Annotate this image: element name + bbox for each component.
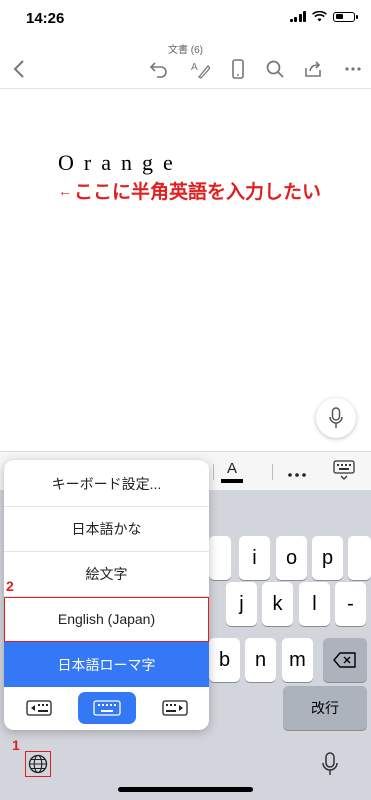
keyboard-left-icon xyxy=(26,700,52,716)
annotation-arrow: ← xyxy=(58,182,72,199)
keyboard-center-icon xyxy=(93,700,121,716)
annotation-text: ここに半角英語を入力したい xyxy=(74,182,322,203)
popup-item-keyboard-settings[interactable]: キーボード設定... xyxy=(4,462,209,507)
key-j[interactable]: j xyxy=(226,582,257,626)
key-l[interactable]: l xyxy=(299,582,330,626)
keyboard-right-icon xyxy=(162,700,188,716)
home-indicator xyxy=(118,787,253,792)
font-color-button[interactable]: A xyxy=(215,455,249,489)
font-color-swatch xyxy=(221,479,243,483)
svg-text:A: A xyxy=(191,62,198,73)
search-icon[interactable] xyxy=(262,56,288,82)
globe-icon xyxy=(28,754,48,774)
format-divider xyxy=(213,464,214,480)
key-o[interactable]: o xyxy=(276,536,307,580)
key-b[interactable]: b xyxy=(209,638,240,682)
key-m[interactable]: m xyxy=(282,638,313,682)
document-body-text[interactable]: Orange xyxy=(58,150,183,176)
popup-item-japanese-kana[interactable]: 日本語かな xyxy=(4,507,209,552)
key-n[interactable]: n xyxy=(245,638,276,682)
key-i[interactable]: i xyxy=(239,536,270,580)
marker-1: 1 xyxy=(12,737,20,753)
signal-icon xyxy=(289,11,306,22)
keyboard-position-controls xyxy=(4,687,209,730)
more-icon[interactable] xyxy=(340,56,366,82)
popup-item-japanese-romaji[interactable]: 日本語ローマ字 xyxy=(4,642,209,687)
format-divider-2 xyxy=(272,464,273,480)
status-icons xyxy=(289,11,358,22)
microphone-icon xyxy=(329,407,343,428)
mobile-view-icon[interactable] xyxy=(225,56,251,82)
keyboard-left-button[interactable] xyxy=(10,692,68,724)
dismiss-keyboard-icon[interactable] xyxy=(333,460,355,485)
return-key[interactable]: 改行 xyxy=(283,686,367,730)
key-edge[interactable] xyxy=(348,536,371,580)
delete-icon xyxy=(333,652,356,668)
dictation-button[interactable] xyxy=(316,398,356,438)
key-k[interactable]: k xyxy=(262,582,293,626)
globe-key[interactable] xyxy=(25,751,51,777)
key-u[interactable] xyxy=(209,536,231,580)
key-hyphen[interactable]: - xyxy=(335,582,366,626)
battery-icon xyxy=(333,11,358,22)
key-p[interactable]: p xyxy=(312,536,343,580)
annotation-note: ← ここに半角英語を入力したい xyxy=(58,177,321,204)
keyboard-right-button[interactable] xyxy=(146,692,204,724)
back-icon[interactable] xyxy=(6,56,32,82)
keyboard-center-button[interactable] xyxy=(78,692,136,724)
wifi-icon xyxy=(312,11,327,22)
font-color-label: A xyxy=(226,460,237,477)
document-title[interactable]: 文書 (6) xyxy=(0,41,371,56)
share-icon[interactable] xyxy=(301,56,327,82)
marker-2: 2 xyxy=(6,578,14,594)
popup-item-english-japan[interactable]: English (Japan) xyxy=(4,597,209,642)
keyboard-switcher-popup: キーボード設定... 日本語かな 絵文字 English (Japan) 日本語… xyxy=(4,460,209,730)
status-time: 14:26 xyxy=(26,10,65,27)
popup-item-emoji[interactable]: 絵文字 xyxy=(4,552,209,597)
keyboard-microphone-icon[interactable] xyxy=(322,752,338,781)
format-more-icon[interactable] xyxy=(288,464,306,482)
undo-icon[interactable] xyxy=(146,56,172,82)
pen-icon[interactable]: A xyxy=(187,56,213,82)
toolbar-divider xyxy=(0,88,371,89)
delete-key[interactable] xyxy=(323,638,367,682)
